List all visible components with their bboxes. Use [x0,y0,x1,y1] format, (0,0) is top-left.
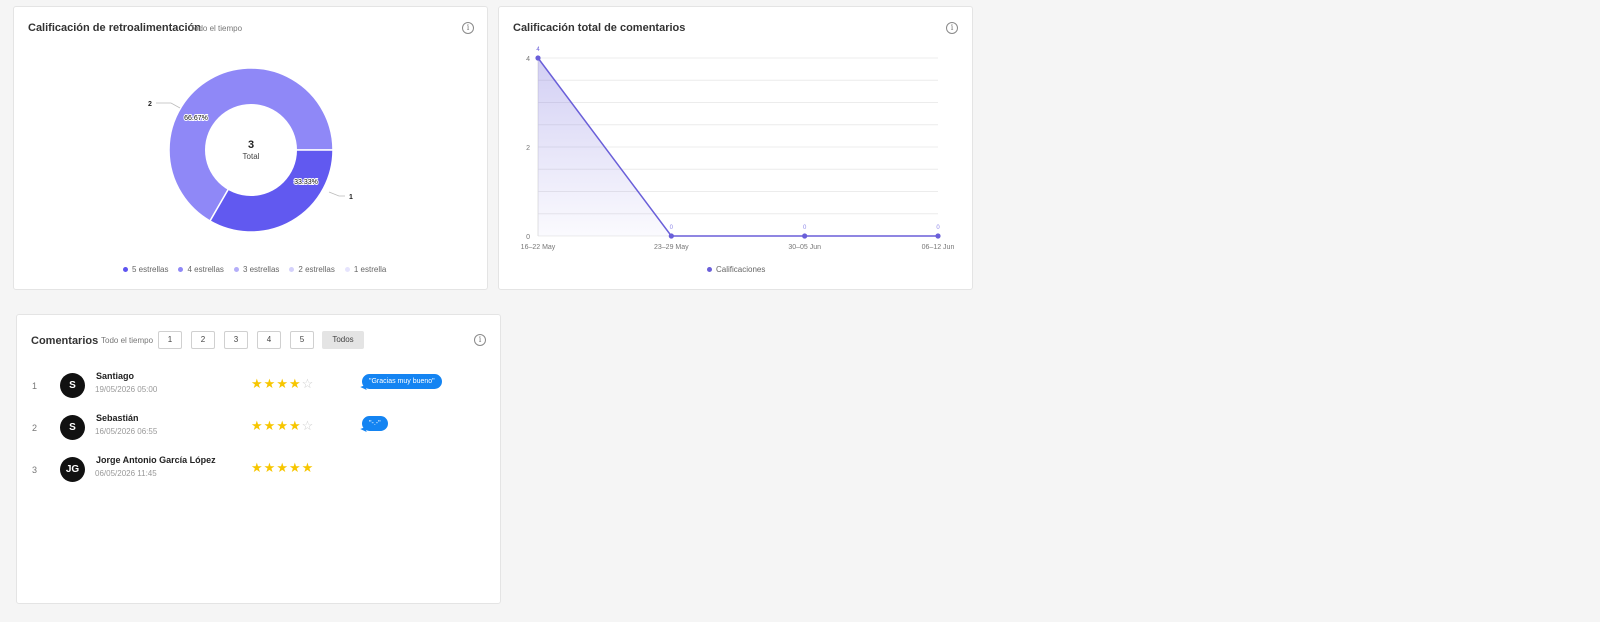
star-filled-icon: ★ [251,460,264,475]
filter-button-all[interactable]: Todos [322,331,364,349]
legend-label: 3 estrellas [242,265,280,274]
star-filled-icon: ★ [263,418,277,433]
legend-label: Calificaciones [716,265,766,274]
total-rating-card: Calificación total de comentarios i 0241… [498,6,973,290]
row-number: 3 [32,465,38,475]
callout-line-4-stars [156,102,181,109]
data-label: 4 [536,47,540,53]
donut-center-value: 3 [248,139,254,151]
star-rating: ★★★★☆ [251,377,314,390]
data-label: 0 [670,225,674,231]
star-filled-icon: ★ [288,460,302,475]
avatar: JG [60,457,85,482]
star-rating: ★★★★★ [251,461,314,474]
comments-title: Comentarios [31,335,99,347]
data-point[interactable] [535,55,541,61]
legend-item-4-estrellas[interactable]: 4 estrellas [178,265,224,274]
row-number: 2 [32,423,38,433]
legend-item-calificaciones: Calificaciones [707,265,765,274]
data-label: 0 [803,225,807,231]
star-filled-icon: ★ [263,460,277,475]
star-filled-icon: ★ [288,376,302,391]
line-chart: 0 2 4 16–22 May 23–29 May 30–05 Jun 06–12 Jun 4… [521,47,955,251]
legend-dot [178,267,184,272]
review-date: 06/05/2026 11:45 [95,469,157,478]
legend-label: 1 estrella [353,265,387,274]
legend-item-3-estrellas[interactable]: 3 estrellas [233,265,280,274]
star-empty-icon: ☆ [301,418,315,433]
info-icon[interactable]: i [474,334,486,346]
data-point[interactable] [802,233,808,239]
legend-label: 2 estrellas [298,265,335,274]
donut-legend: 5 estrellas 4 estrellas 3 estrellas 2 estre… [123,265,386,274]
data-point[interactable] [668,233,674,239]
reviewer-name: Santiago [96,371,135,381]
review-date: 19/05/2026 05:00 [95,385,158,394]
x-tick-label: 16–22 May [521,244,556,251]
donut-center-label: Total [243,152,260,161]
data-label: 0 [936,225,940,231]
star-rating: ★★★★☆ [251,419,314,432]
y-tick-label: 4 [526,56,530,63]
filter-button-3[interactable]: 3 [224,331,248,349]
star-filled-icon: ★ [301,460,315,475]
star-filled-icon: ★ [251,418,264,433]
slice-label-4-stars: 66.67% [184,115,208,122]
legend-dot [707,267,712,272]
review-date: 16/05/2026 06:55 [95,427,158,436]
reviewer-name: Jorge Antonio García López [96,455,216,465]
star-filled-icon: ★ [276,418,289,433]
avatar: S [60,415,85,440]
legend-dot [233,267,239,272]
legend-item-5-estrellas[interactable]: 5 estrellas [123,265,168,274]
x-tick-label: 06–12 Jun [922,244,955,251]
legend-label: 5 estrellas [132,265,169,274]
star-empty-icon: ☆ [301,376,315,391]
x-tick-label: 23–29 May [654,244,689,251]
comment-bubble: "Gracias muy bueno" [362,374,442,389]
callout-line-5-stars [328,191,345,197]
line-legend: Calificaciones [707,265,765,274]
feedback-rating-card: Calificación de retroalimentación Todo e… [13,6,488,290]
legend-label: 4 estrellas [187,265,224,274]
star-filled-icon: ★ [276,376,289,391]
star-filled-icon: ★ [276,460,289,475]
callout-label-4-stars: 2 [148,101,152,108]
star-filled-icon: ★ [263,376,277,391]
filter-button-5[interactable]: 5 [290,331,314,349]
legend-dot [123,267,128,272]
filter-button-2[interactable]: 2 [191,331,215,349]
avatar: S [60,373,85,398]
row-number: 1 [32,381,38,391]
callout-label-5-stars: 1 [349,194,353,201]
star-filled-icon: ★ [288,418,302,433]
donut-chart: 3 Total 66.67% 33.33% 2 1 [148,67,353,233]
comment-row[interactable]: 3 JG Jorge Antonio García López 06/05/20… [17,455,497,491]
comments-period: Todo el tiempo [101,336,154,345]
x-tick-label: 30–05 Jun [788,244,821,251]
comments-card: Comentarios Todo el tiempo 1 2 3 4 5 Tod… [16,314,501,604]
legend-dot [289,267,295,272]
slice-label-5-stars: 33.33% [294,179,318,186]
legend-item-2-estrellas[interactable]: 2 estrellas [289,265,335,274]
filter-button-1[interactable]: 1 [158,331,182,349]
star-filled-icon: ★ [251,376,264,391]
y-tick-label: 0 [526,234,530,241]
filter-button-4[interactable]: 4 [257,331,281,349]
reviewer-name: Sebastián [96,413,139,423]
comment-row[interactable]: 1 S Santiago 19/05/2026 05:00 ★★★★☆ "Gra… [17,371,497,407]
y-tick-label: 2 [526,145,530,152]
legend-item-1-estrella[interactable]: 1 estrella [344,265,387,274]
comment-bubble: "-.-" [362,416,388,431]
legend-dot [344,267,350,272]
comment-row[interactable]: 2 S Sebastián 16/05/2026 06:55 ★★★★☆ "-.… [17,413,497,449]
data-point[interactable] [935,233,941,239]
